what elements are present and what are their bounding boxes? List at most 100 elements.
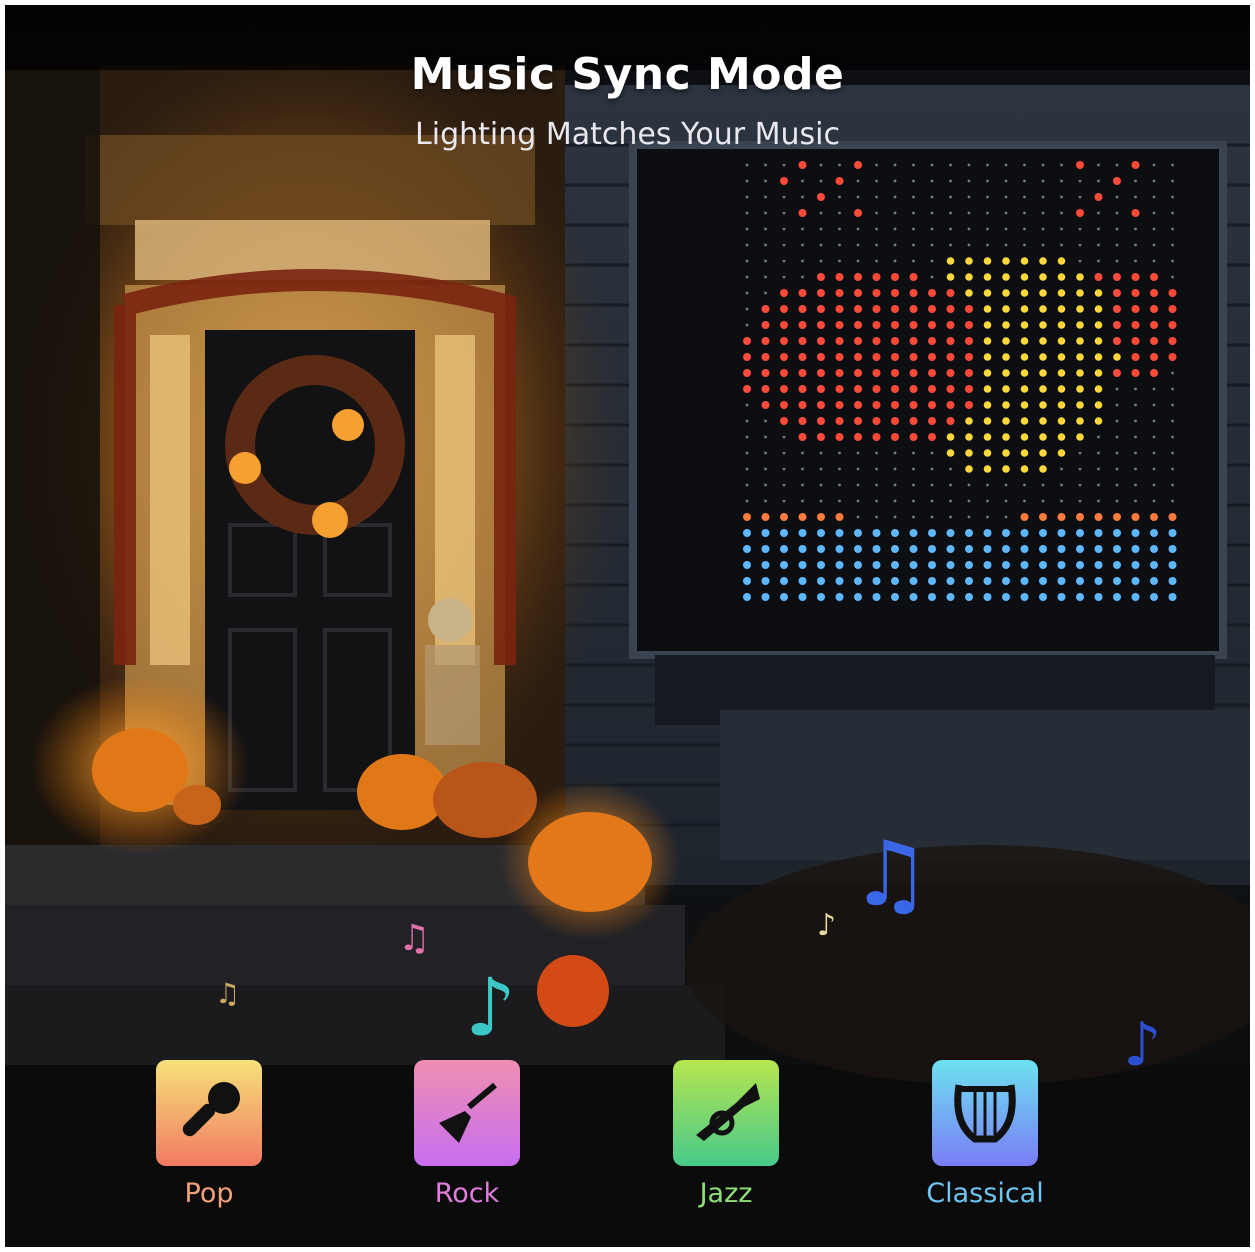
led-dot (893, 195, 897, 199)
led-dot (965, 449, 973, 457)
led-dot (761, 321, 770, 329)
led-dot (967, 515, 971, 519)
led-dot (1097, 179, 1100, 183)
led-dot (1134, 403, 1137, 407)
led-dot (835, 577, 844, 585)
led-dot (835, 177, 844, 185)
trumpet-icon (696, 1083, 760, 1141)
led-dot (1113, 289, 1121, 297)
led-dot (1057, 561, 1066, 569)
led-dot (801, 451, 804, 455)
led-dot (1039, 273, 1047, 281)
led-dot (986, 243, 989, 247)
led-dot (928, 401, 936, 409)
led-dot (928, 369, 936, 377)
led-dot (930, 259, 934, 263)
led-dot (1134, 451, 1137, 455)
led-dot (1041, 499, 1045, 503)
led-dot (965, 433, 973, 441)
led-dot (1150, 289, 1158, 297)
led-dot (1041, 483, 1045, 487)
led-dot (1057, 593, 1066, 601)
led-dot (1057, 321, 1066, 329)
led-dot (764, 419, 767, 423)
led-dot (1060, 163, 1063, 167)
led-dot (1171, 451, 1174, 455)
led-dot (1113, 577, 1121, 585)
led-dot (946, 289, 955, 297)
led-dot (1076, 353, 1084, 361)
led-dot (745, 307, 749, 311)
led-dot (1023, 483, 1026, 487)
led-dot (1039, 561, 1047, 569)
led-dot (1152, 499, 1156, 503)
led-dot (891, 577, 899, 585)
led-dot (872, 321, 881, 329)
led-dot (1076, 545, 1084, 553)
led-dot (1115, 211, 1119, 215)
led-dot (893, 451, 897, 455)
led-dot (764, 259, 767, 263)
led-dot (909, 577, 918, 585)
led-dot (893, 259, 897, 263)
led-dot (798, 577, 807, 585)
led-dot (946, 273, 955, 281)
led-dot (1134, 179, 1137, 183)
led-dot (1097, 227, 1100, 231)
led-dot (835, 401, 844, 409)
led-dot (819, 451, 823, 455)
led-dot (817, 593, 825, 601)
led-dot (817, 513, 825, 521)
led-dot (743, 561, 751, 569)
led-dot (946, 417, 955, 425)
led-dot (798, 401, 807, 409)
led-dot (835, 289, 844, 297)
led-dot (1115, 195, 1119, 199)
led-dot (1076, 433, 1084, 441)
genre-classical: Classical (910, 1060, 1060, 1209)
led-dot (1057, 529, 1066, 537)
led-dot (1060, 483, 1063, 487)
led-dot (893, 499, 897, 503)
led-dot (1076, 161, 1084, 169)
led-dot (854, 529, 862, 537)
led-dot (1002, 433, 1010, 441)
led-dot (928, 305, 936, 313)
led-dot (817, 273, 825, 281)
led-dot (946, 401, 955, 409)
led-dot (761, 353, 770, 361)
led-dot (965, 257, 973, 265)
led-dot (983, 321, 992, 329)
led-dot (1113, 529, 1121, 537)
led-dot (798, 513, 807, 521)
led-dot (875, 227, 878, 231)
led-dot (1097, 451, 1100, 455)
led-dot (798, 561, 807, 569)
led-dot (801, 243, 804, 247)
led-dot (930, 451, 934, 455)
led-dot (798, 545, 807, 553)
led-dot (1076, 417, 1084, 425)
led-dot (872, 369, 881, 377)
led-dot (930, 275, 934, 279)
led-dot (912, 163, 915, 167)
led-dot (946, 577, 955, 585)
led-dot (1152, 195, 1156, 199)
led-dot (1134, 243, 1137, 247)
led-dot (909, 593, 918, 601)
led-dot (872, 337, 881, 345)
led-dot (949, 179, 952, 183)
led-dot (782, 451, 786, 455)
led-dot (1094, 593, 1103, 601)
led-dot (949, 211, 952, 215)
led-dot (745, 291, 749, 295)
led-dot (912, 259, 915, 263)
led-dot (983, 273, 992, 281)
led-dot (909, 305, 918, 313)
led-dot (764, 179, 767, 183)
led-dot (1020, 257, 1029, 265)
led-dot (1131, 273, 1140, 281)
led-dot (893, 483, 897, 487)
led-dot (1094, 513, 1103, 521)
led-dot (1057, 545, 1066, 553)
